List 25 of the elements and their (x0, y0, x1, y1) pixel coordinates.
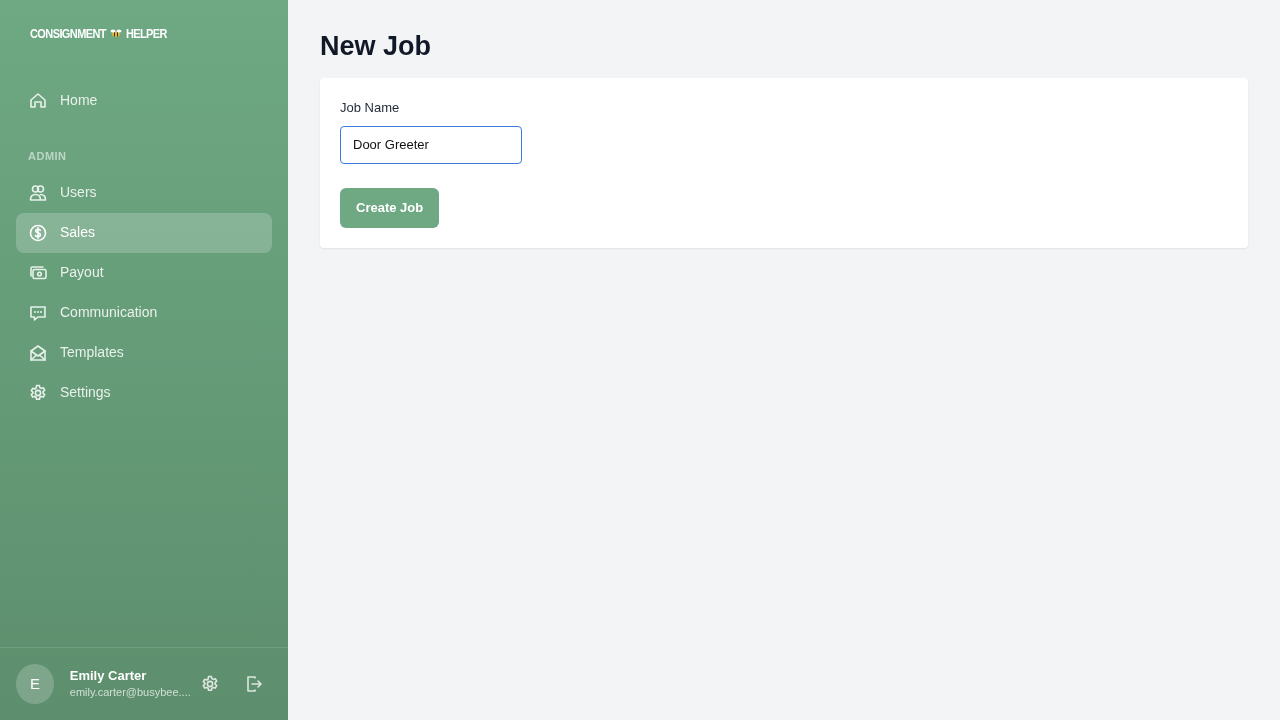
job-name-field[interactable]: Door Greeter (340, 125, 522, 164)
users-icon (28, 182, 48, 203)
home-icon (28, 90, 48, 110)
nav-item[interactable]: Sales (16, 212, 272, 253)
logout-button[interactable] (244, 674, 264, 694)
nav-item[interactable]: Payout (16, 252, 272, 293)
dollar-icon (28, 222, 48, 243)
nav-item[interactable]: Users (16, 172, 272, 213)
user-name: Emily Carter (69, 668, 148, 686)
section-heading: ADMIN (27, 149, 68, 164)
create-job-button[interactable]: Create Job (340, 187, 440, 228)
field-label: Job Name (340, 99, 401, 118)
settings-button[interactable] (200, 674, 220, 694)
logout-icon (244, 674, 264, 694)
avatar: E (16, 664, 54, 704)
page-title: New Job (320, 30, 433, 63)
logo: CONSIGNMENT HELPER (30, 24, 167, 42)
nav-item[interactable]: Settings (16, 372, 272, 413)
gear-icon (28, 382, 48, 403)
gear-icon (200, 674, 220, 694)
user-email: emily.carter@busybee.... (69, 685, 191, 700)
nav-item[interactable]: Communication (16, 292, 272, 333)
nav-item[interactable]: Templates (16, 332, 272, 373)
nav-item[interactable]: Home (16, 80, 272, 120)
envelope-icon (28, 342, 48, 363)
